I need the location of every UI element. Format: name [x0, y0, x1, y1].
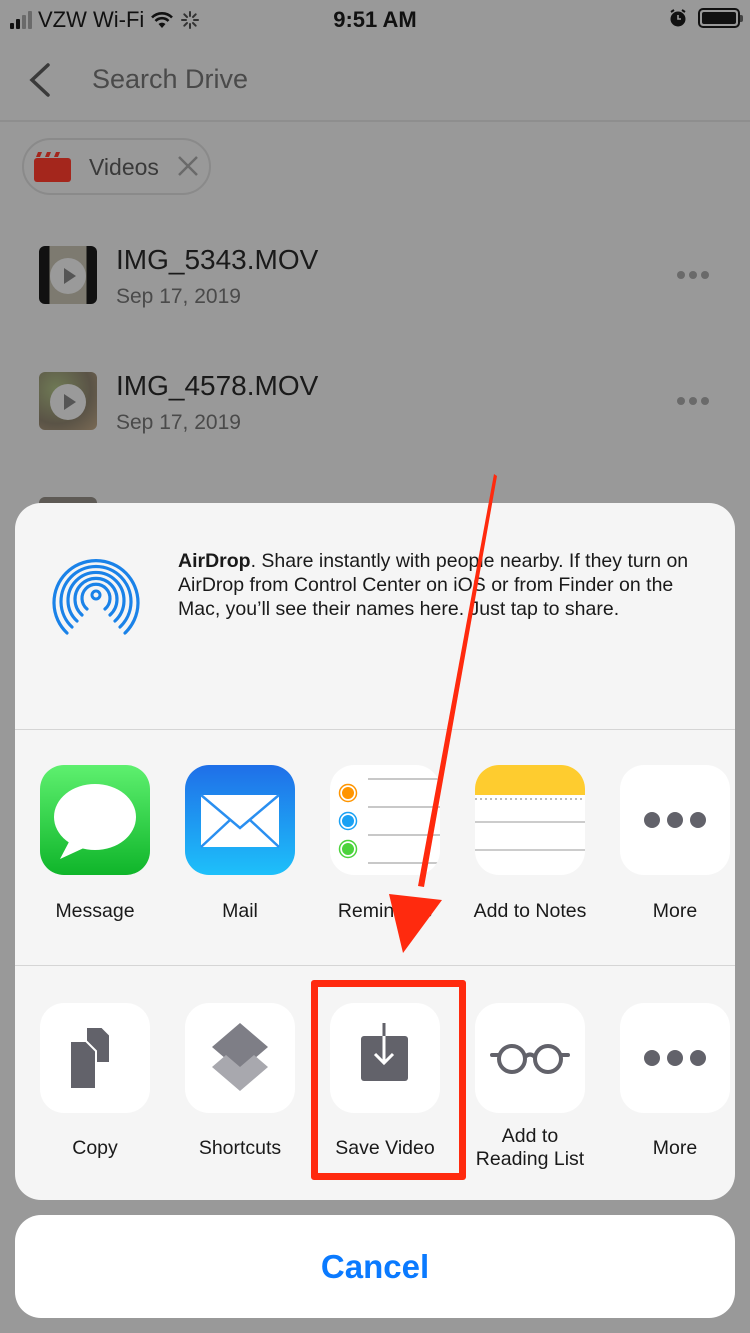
action-label-line1: Add to: [501, 1125, 559, 1147]
save-download-icon: [330, 1003, 440, 1113]
status-time: 9:51 AM: [333, 7, 417, 32]
alarm-icon: [670, 9, 686, 27]
app-label: Message: [55, 900, 135, 922]
file-row[interactable]: IMG_4578.MOV Sep 17, 2019: [0, 366, 750, 466]
airdrop-title: AirDrop: [178, 550, 251, 572]
chevron-left-icon[interactable]: [26, 60, 56, 100]
file-row[interactable]: IMG_5343.MOV Sep 17, 2019: [0, 240, 750, 340]
action-label: Add to Reading List: [465, 1125, 595, 1171]
chip-label: Videos: [89, 154, 159, 180]
reading-glasses-icon: [475, 1003, 585, 1113]
action-label: Copy: [72, 1137, 118, 1159]
airdrop-description: AirDrop. Share instantly with people nea…: [178, 549, 718, 621]
status-bar: VZW Wi-Fi 9:51 AM: [0, 0, 750, 40]
app-label: Mail: [222, 900, 258, 922]
action-label: Save Video: [335, 1137, 435, 1159]
share-apps-row: Message Mail Reminders Add to Notes More: [15, 730, 735, 966]
messages-icon: [40, 765, 150, 875]
more-horizontal-icon[interactable]: [677, 271, 709, 279]
app-label: More: [652, 900, 698, 922]
search-header: Search Drive: [0, 40, 750, 122]
close-icon[interactable]: [176, 154, 200, 178]
shortcuts-icon: [185, 1003, 295, 1113]
play-icon: [50, 258, 86, 294]
airdrop-section[interactable]: AirDrop. Share instantly with people nea…: [15, 503, 735, 730]
share-sheet: AirDrop. Share instantly with people nea…: [15, 503, 735, 1200]
airdrop-body: . Share instantly with people nearby. If…: [178, 550, 689, 620]
clapperboard-icon: [34, 152, 71, 182]
cancel-button[interactable]: Cancel: [15, 1215, 735, 1318]
video-thumbnail: [39, 246, 97, 304]
file-date: Sep 17, 2019: [116, 411, 241, 434]
app-label: Add to Notes: [473, 900, 587, 922]
more-icon: [620, 765, 730, 875]
share-actions-row: Copy Shortcuts Save Video Add to Reading…: [15, 967, 735, 1200]
notes-icon: [475, 765, 585, 875]
video-thumbnail: [39, 372, 97, 430]
play-icon: [50, 384, 86, 420]
reminders-icon: [330, 765, 440, 875]
cancel-label: Cancel: [320, 1247, 430, 1285]
airdrop-icon: [52, 559, 140, 635]
search-input[interactable]: Search Drive: [92, 64, 248, 95]
status-right: [668, 8, 743, 28]
action-label-line2: Reading List: [475, 1148, 585, 1170]
copy-icon: [40, 1003, 150, 1113]
file-name: IMG_5343.MOV: [116, 244, 319, 275]
action-label: Shortcuts: [198, 1137, 282, 1159]
app-label: Reminders: [337, 900, 433, 922]
more-horizontal-icon[interactable]: [677, 397, 709, 405]
file-date: Sep 17, 2019: [116, 285, 241, 308]
battery-icon: [698, 8, 743, 28]
filter-chip-videos[interactable]: Videos: [22, 138, 211, 195]
mail-icon: [185, 765, 295, 875]
file-name: IMG_4578.MOV: [116, 370, 319, 401]
more-icon: [620, 1003, 730, 1113]
action-label: More: [652, 1137, 698, 1159]
